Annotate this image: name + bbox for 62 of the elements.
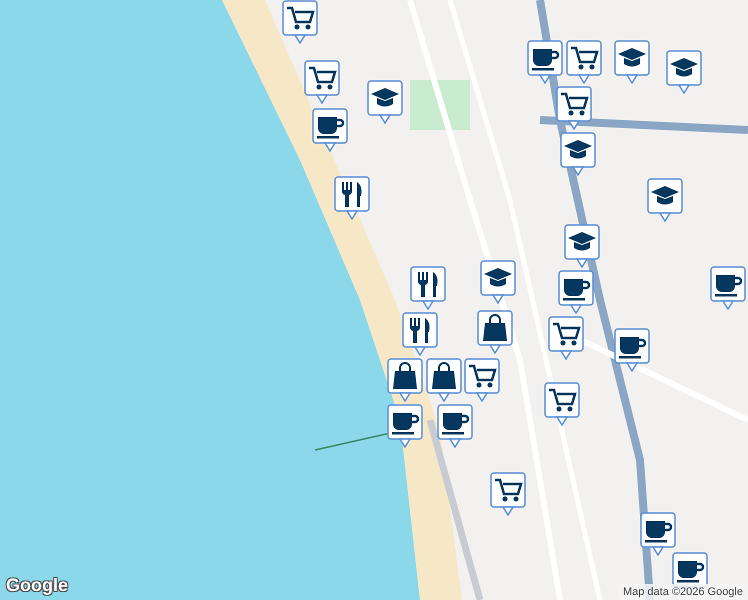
map-marker[interactable] [437, 404, 473, 448]
coffee-cup-icon [715, 275, 742, 296]
map-marker[interactable] [410, 266, 446, 310]
map-marker[interactable] [312, 108, 348, 152]
map-marker[interactable] [544, 382, 580, 426]
shopping-cart-icon [553, 322, 581, 346]
fork-knife-icon [342, 181, 362, 207]
map-marker[interactable] [304, 60, 340, 104]
map-marker[interactable] [566, 40, 602, 84]
fork-knife-icon [418, 271, 438, 297]
map-marker[interactable] [426, 358, 462, 402]
google-logo: Google [6, 575, 68, 596]
graduation-cap-icon [484, 268, 512, 286]
coffee-cup-icon [619, 337, 646, 358]
fork-knife-icon [410, 317, 430, 343]
shopping-bag-icon [432, 362, 456, 389]
shopping-cart-icon [561, 92, 589, 116]
graduation-cap-icon [651, 186, 679, 204]
map-marker[interactable] [387, 358, 423, 402]
shopping-cart-icon [309, 66, 337, 90]
coffee-cup-icon [677, 561, 704, 582]
map-marker[interactable] [282, 0, 318, 44]
graduation-cap-icon [568, 232, 596, 250]
coffee-cup-icon [392, 413, 420, 434]
map-marker[interactable] [558, 270, 594, 314]
graduation-cap-icon [371, 88, 399, 106]
coffee-cup-icon [442, 413, 470, 434]
map-marker[interactable] [527, 40, 563, 84]
map-marker[interactable] [477, 310, 513, 354]
shopping-cart-icon [549, 388, 577, 412]
graduation-cap-icon [564, 140, 592, 158]
shopping-bag-icon [393, 362, 417, 389]
map-marker[interactable] [647, 178, 683, 222]
map-marker[interactable] [710, 266, 746, 310]
graduation-cap-icon [670, 58, 698, 76]
map-marker[interactable] [560, 132, 596, 176]
map-marker[interactable] [334, 176, 370, 220]
shopping-cart-icon [287, 6, 315, 30]
map-view[interactable]: Google Map data ©2026 Google [0, 0, 748, 600]
map-marker[interactable] [556, 86, 592, 130]
shopping-cart-icon [469, 364, 497, 388]
map-marker[interactable] [640, 512, 676, 556]
graduation-cap-icon [618, 48, 646, 66]
shopping-cart-icon [571, 46, 599, 70]
coffee-cup-icon [563, 279, 590, 300]
map-attribution: Map data ©2026 Google [618, 584, 748, 600]
map-marker[interactable] [666, 50, 702, 94]
shopping-bag-icon [483, 314, 507, 341]
map-marker[interactable] [367, 80, 403, 124]
map-marker[interactable] [490, 472, 526, 516]
map-marker[interactable] [548, 316, 584, 360]
map-marker[interactable] [387, 404, 423, 448]
map-marker[interactable] [464, 358, 500, 402]
map-marker[interactable] [614, 328, 650, 372]
coffee-cup-icon [645, 521, 672, 542]
map-marker[interactable] [480, 260, 516, 304]
map-marker[interactable] [402, 312, 438, 356]
coffee-cup-icon [532, 49, 560, 70]
coffee-cup-icon [317, 117, 344, 138]
shopping-cart-icon [495, 478, 523, 502]
map-marker[interactable] [614, 40, 650, 84]
map-marker[interactable] [564, 224, 600, 268]
